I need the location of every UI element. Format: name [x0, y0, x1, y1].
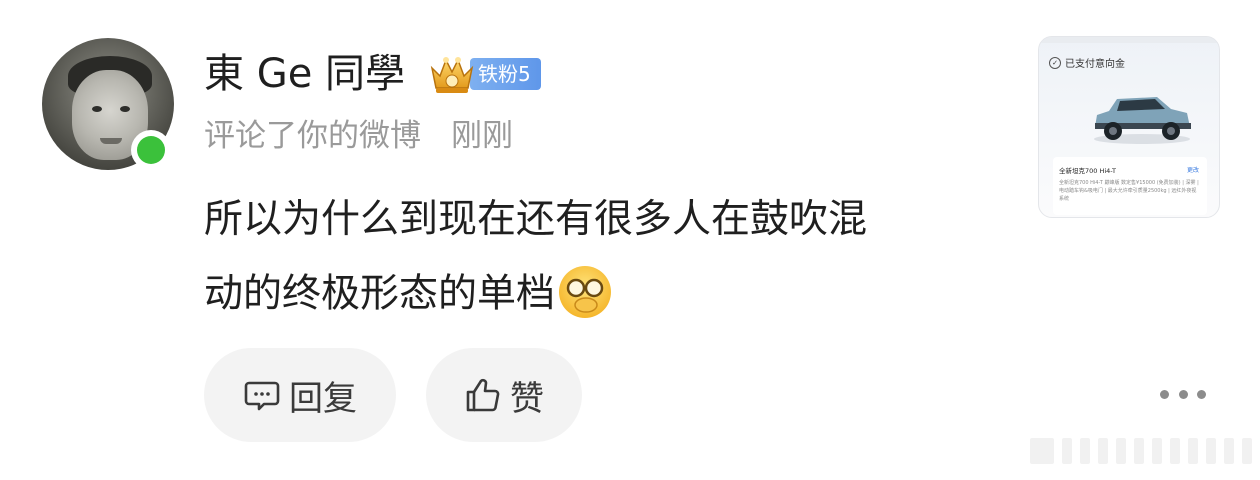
like-label: 赞	[510, 378, 544, 419]
action-text: 评论了你的微博	[204, 118, 421, 154]
vehicle-info-card: 全新坦克700 Hi4-T 更改 全新坦克700 Hi4-T 巅峰版 数定售¥1…	[1053, 157, 1207, 215]
comment-notification: 東 Ge 同學 铁粉5 评论了你的微博 刚刚 所以为什么到现在还有很多人在鼓吹混 …	[0, 0, 1260, 480]
comment-line-2: 动的终极形态的单档	[204, 266, 984, 342]
paid-status: ✓ 已支付意向金	[1049, 55, 1125, 70]
notification-meta: 评论了你的微博 刚刚	[204, 114, 513, 158]
crown-icon	[430, 57, 474, 93]
vehicle-title: 全新坦克700 Hi4-T	[1059, 167, 1117, 175]
check-circle-icon: ✓	[1049, 56, 1061, 69]
reply-label: 回复	[289, 378, 357, 419]
watermark	[1030, 432, 1260, 470]
comment-line-1: 所以为什么到现在还有很多人在鼓吹混	[204, 197, 868, 242]
fan-level-label: 铁粉5	[470, 58, 541, 90]
timestamp: 刚刚	[451, 118, 513, 154]
comment-text: 所以为什么到现在还有很多人在鼓吹混 动的终极形态的单档	[204, 194, 984, 342]
like-button[interactable]: 赞	[426, 348, 582, 442]
face-with-glasses-emoji-icon	[559, 266, 612, 318]
change-link: 更改	[1186, 167, 1199, 174]
vehicle-details: 全新坦克700 Hi4-T 巅峰版 数定售¥15000 (免费加装) | 深雾 …	[1059, 180, 1199, 202]
fan-badge[interactable]: 铁粉5	[428, 52, 541, 96]
post-thumbnail[interactable]: ✓ 已支付意向金 全新坦克700 Hi4-T 更改 全新坦克700 Hi4-T …	[1038, 36, 1220, 218]
reply-button[interactable]: 回复	[204, 348, 396, 442]
user-name[interactable]: 東 Ge 同學	[204, 48, 405, 100]
thumbs-up-icon	[466, 378, 500, 412]
online-status-dot	[131, 130, 171, 170]
more-options-icon[interactable]	[1160, 386, 1206, 402]
suv-car-image	[1094, 97, 1191, 144]
comment-icon	[244, 381, 280, 411]
